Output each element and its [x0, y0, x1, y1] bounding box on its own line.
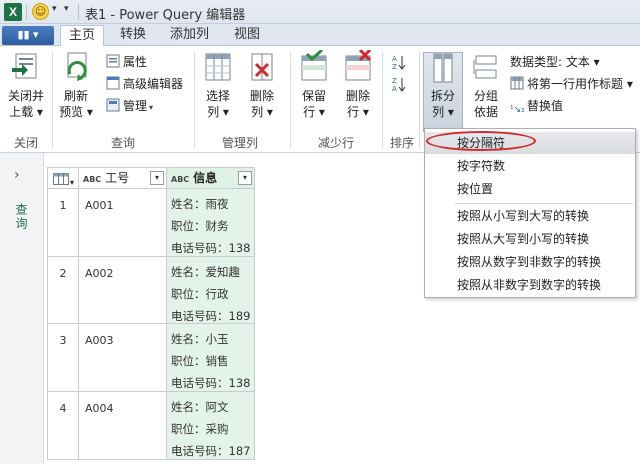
table-cell-id[interactable]: A004 [79, 392, 167, 460]
highlight-annotation [426, 131, 536, 151]
sort-ascending-button[interactable]: AZ [392, 54, 409, 74]
properties-button[interactable]: 属性 [106, 54, 147, 70]
replace-values-icon: ¹↘₂ [510, 105, 525, 115]
filter-dropdown-icon[interactable]: ▾ [238, 171, 252, 185]
dropdown-arrow-icon[interactable]: ▾ [52, 4, 57, 14]
remove-rows-icon [342, 48, 374, 86]
row-number[interactable]: 4 [47, 392, 79, 460]
menu-item-nondigit-to-digit[interactable]: 按照从非数字到数字的转换 [425, 274, 635, 296]
data-type-dropdown[interactable]: 数据类型: 文本 ▾ [510, 54, 600, 70]
keep-rows-button[interactable]: 保留 行 ▾ [294, 48, 334, 120]
column-header-info[interactable]: ABC 信息 ▾ [166, 167, 255, 189]
table-cell-id[interactable]: A002 [79, 257, 167, 324]
refresh-icon [60, 50, 92, 86]
title-bar: X ☺ ▾ ▾ 表1 - Power Query 编辑器 [0, 0, 640, 24]
properties-icon [106, 54, 120, 68]
text-type-icon[interactable]: ABC [83, 175, 101, 184]
menu-item-digit-to-nondigit[interactable]: 按照从数字到非数字的转换 [425, 251, 635, 273]
row-number[interactable]: 1 [47, 189, 79, 257]
divider [455, 203, 633, 204]
svg-text:Z: Z [392, 63, 397, 71]
ribbon-tabs: ▮▮ ▾ 主页 转换 添加列 视图 [0, 24, 640, 47]
divider [52, 52, 53, 148]
tab-add-column[interactable]: 添加列 [162, 25, 217, 47]
table-cell-id[interactable]: A001 [79, 189, 167, 257]
table-icon [53, 171, 69, 191]
table-cell-info[interactable]: 姓名：阿文 职位：采购 电话号码：187 [167, 392, 255, 460]
divider [382, 52, 383, 148]
refresh-preview-button[interactable]: 刷新 预览 ▾ [56, 50, 96, 120]
row-number[interactable]: 3 [47, 324, 79, 392]
keep-rows-icon [298, 48, 330, 86]
divider [419, 52, 420, 148]
chevron-down-icon: ▾ [149, 103, 154, 112]
choose-columns-icon [202, 50, 234, 86]
group-by-icon [470, 50, 502, 86]
remove-columns-button[interactable]: 删除 列 ▾ [242, 50, 282, 120]
split-column-menu: 按分隔符 按字符数 按位置 按照从小写到大写的转换 按照从大写到小写的转换 按照… [424, 128, 636, 298]
svg-text:Z: Z [392, 77, 397, 85]
svg-text:A: A [392, 85, 397, 93]
manage-button[interactable]: 管理 ▾ [106, 98, 153, 116]
table-cell-id[interactable]: A003 [79, 324, 167, 392]
table-cell-info[interactable]: 姓名：小玉 职位：销售 电话号码：138 [167, 324, 255, 392]
column-header-id[interactable]: ABC 工号 ▾ [78, 167, 167, 189]
choose-columns-button[interactable]: 选择 列 ▾ [198, 50, 238, 120]
manage-icon [106, 98, 120, 112]
sort-ascending-icon: AZ [392, 54, 406, 71]
advanced-editor-button[interactable]: 高级编辑器 [106, 76, 183, 92]
divider [78, 4, 79, 20]
filter-dropdown-icon[interactable]: ▾ [150, 171, 164, 185]
table-cell-info[interactable]: 姓名：雨夜 职位：财务 电话号码：138 [167, 189, 255, 257]
advanced-editor-icon [106, 76, 120, 90]
text-type-icon[interactable]: ABC [171, 175, 189, 184]
divider [26, 4, 27, 20]
file-menu-button[interactable]: ▮▮ ▾ [2, 26, 54, 45]
divider [290, 52, 291, 148]
queries-pane: › 查询 [0, 153, 44, 464]
excel-logo-icon: X [4, 3, 22, 21]
select-all-corner[interactable]: ▾ [47, 167, 79, 189]
split-column-icon [427, 50, 459, 86]
window-title: 表1 - Power Query 编辑器 [85, 8, 246, 23]
data-grid: ▾ ABC 工号 ▾ ABC 信息 ▾ 1 A001 姓名：雨夜 职位：财务 电话号… [47, 167, 259, 464]
tab-transform[interactable]: 转换 [112, 25, 154, 47]
chevron-right-icon[interactable]: › [14, 167, 20, 183]
customize-quick-access-icon[interactable]: ▾ [64, 4, 69, 14]
smiley-icon[interactable]: ☺ [32, 3, 49, 20]
replace-values-button[interactable]: ¹↘₂ 替换值 [510, 98, 563, 116]
remove-rows-button[interactable]: 删除 行 ▾ [338, 48, 378, 120]
group-label-sort: 排序 [389, 136, 414, 150]
table-cell-info[interactable]: 姓名：爱知趣 职位：行政 电话号码：189 [167, 257, 255, 324]
sort-descending-button[interactable]: ZA [392, 76, 409, 96]
queries-pane-label[interactable]: 查询 [13, 203, 30, 231]
remove-columns-icon [246, 50, 278, 86]
divider [194, 52, 195, 148]
tab-home[interactable]: 主页 [60, 25, 105, 47]
group-by-button[interactable]: 分组 依据 [466, 50, 506, 120]
menu-item-lower-to-upper[interactable]: 按照从小写到大写的转换 [425, 205, 635, 227]
menu-item-by-positions[interactable]: 按位置 [425, 178, 635, 200]
table-header-icon [510, 76, 524, 90]
tab-view[interactable]: 视图 [226, 25, 268, 47]
split-column-button[interactable]: 拆分 列 ▾ [423, 50, 463, 120]
svg-text:A: A [392, 55, 397, 63]
menu-item-upper-to-lower[interactable]: 按照从大写到小写的转换 [425, 228, 635, 250]
use-first-row-as-headers-button[interactable]: 将第一行用作标题 ▾ [510, 76, 633, 92]
close-and-load-icon [10, 50, 42, 86]
close-and-load-button[interactable]: 关闭并 上载 ▾ [4, 50, 48, 120]
group-label-manage-columns: 管理列 [221, 136, 258, 150]
menu-item-by-number-of-characters[interactable]: 按字符数 [425, 155, 635, 177]
row-number[interactable]: 2 [47, 257, 79, 324]
group-label-query: 查询 [110, 136, 135, 150]
sort-descending-icon: ZA [392, 76, 406, 93]
group-label-reduce-rows: 减少行 [317, 136, 354, 150]
chevron-down-icon: ▾ [70, 178, 75, 187]
group-label-close: 关闭 [13, 136, 38, 150]
